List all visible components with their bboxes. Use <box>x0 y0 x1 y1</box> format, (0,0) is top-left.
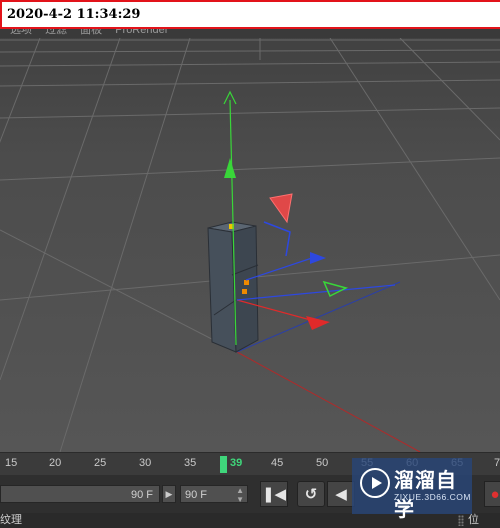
gizmo-xy-plane[interactable] <box>269 193 293 224</box>
go-to-start-button[interactable]: ❚◀ <box>260 481 288 507</box>
handle-a[interactable] <box>244 280 249 285</box>
tick-label: 15 <box>5 457 18 469</box>
first-frame-icon: ❚◀ <box>261 486 287 503</box>
prev-frame-icon: ◀ <box>335 486 347 503</box>
tick-label: 50 <box>316 457 329 469</box>
preview-max-value: 90 F <box>185 489 208 501</box>
watermark: 溜溜自学 ZIXUE.3D66.COM <box>352 458 472 521</box>
viewport-scene <box>0 37 500 452</box>
texture-tab[interactable]: 纹理 <box>0 513 22 528</box>
loop-button[interactable]: ↺ <box>297 481 325 507</box>
range-end-field[interactable]: 90 F <box>0 485 160 503</box>
tick-label: 20 <box>49 457 62 469</box>
gizmo-yz-plane[interactable] <box>263 221 291 257</box>
tick-label: 45 <box>271 457 284 469</box>
gizmo-xz-plane[interactable] <box>322 280 349 298</box>
prev-key-button[interactable]: ◀ <box>327 481 355 507</box>
timeline-playhead[interactable] <box>220 456 227 473</box>
3d-viewport[interactable]: 选项 过滤 面板 ProRender 2020-4-2 11:34:29 <box>0 0 500 452</box>
play-logo-icon <box>360 468 390 498</box>
spinner-icon[interactable]: ▲ ▼ <box>236 486 244 504</box>
record-icon: ● <box>490 485 500 503</box>
watermark-url: ZIXUE.3D66.COM <box>394 492 471 502</box>
world-x-axis <box>236 351 421 452</box>
handle-b[interactable] <box>242 289 247 294</box>
tick-label: 25 <box>94 457 107 469</box>
preview-max-field[interactable]: 90 F ▲ ▼ <box>180 485 248 504</box>
tick-label: 35 <box>184 457 197 469</box>
tick-label: 30 <box>139 457 152 469</box>
gizmo-z-axis[interactable] <box>236 252 396 301</box>
range-arrow-icon[interactable]: ▶ <box>162 485 176 503</box>
loop-icon: ↺ <box>304 486 318 503</box>
record-button[interactable]: ● <box>484 481 500 507</box>
tick-label: 70 <box>494 457 500 469</box>
timestamp-overlay: 2020-4-2 11:34:29 <box>0 0 500 29</box>
current-frame-label: 39 <box>230 457 243 469</box>
